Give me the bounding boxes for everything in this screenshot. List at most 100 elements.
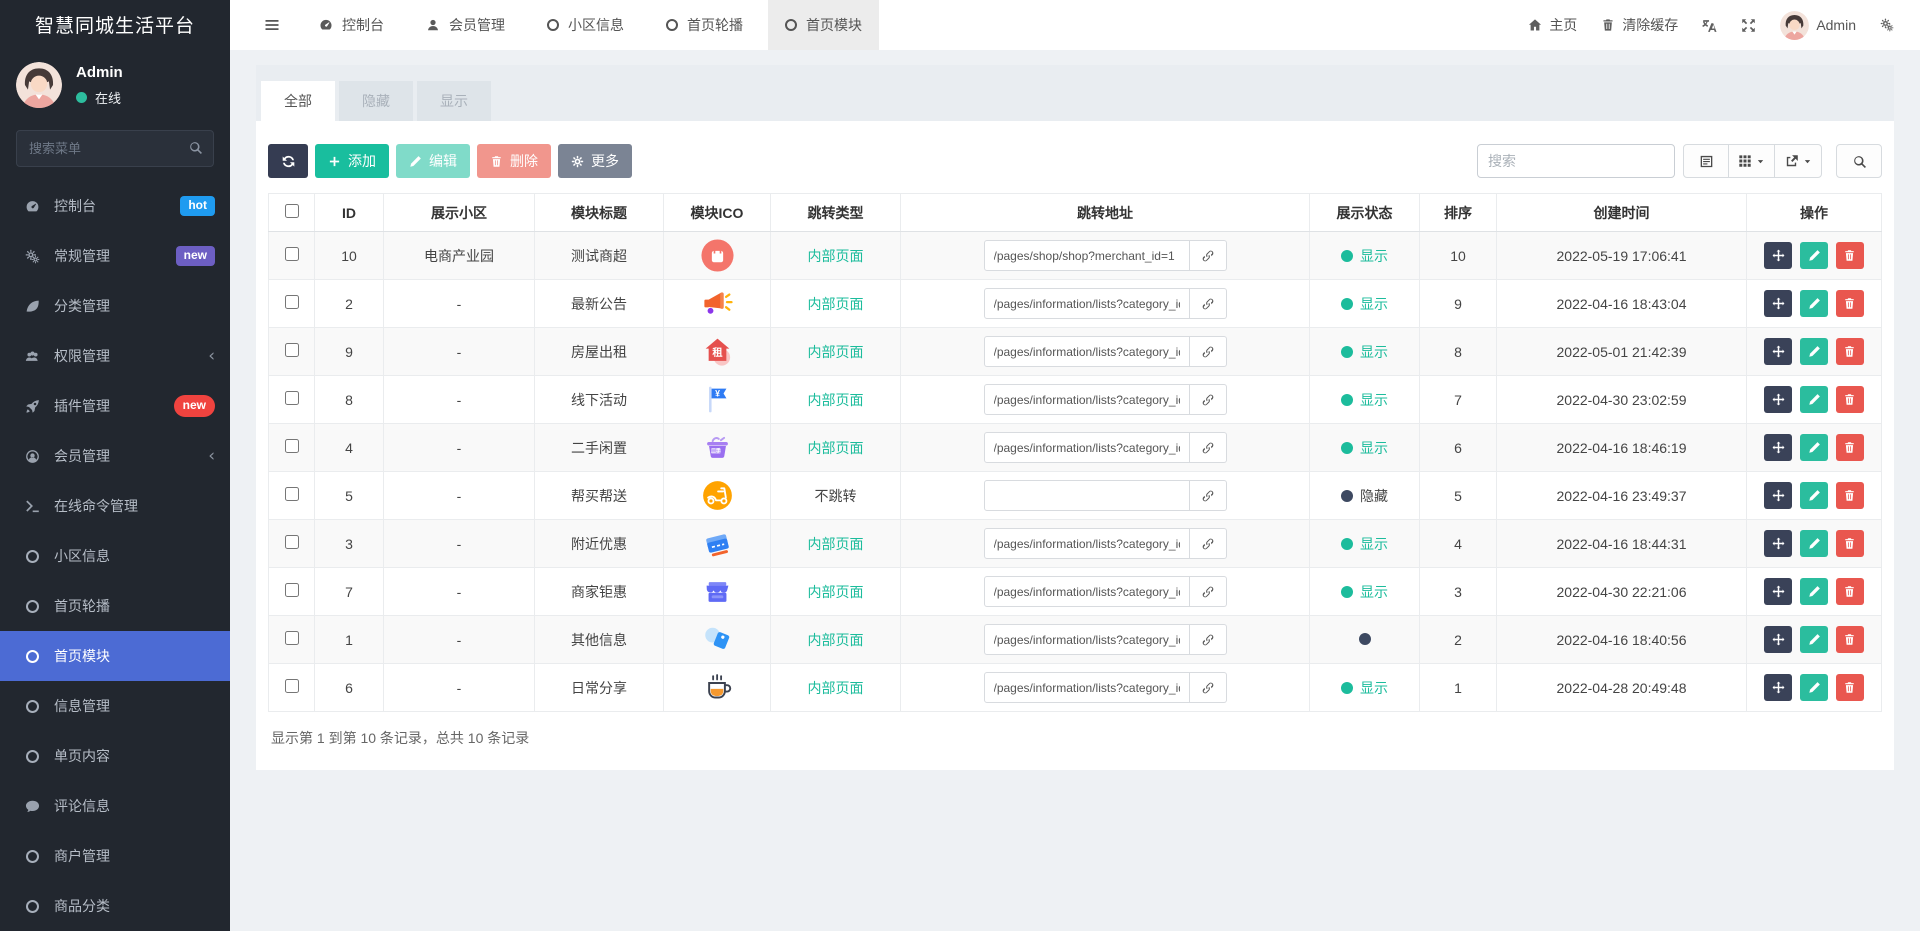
- topbar-tab-3[interactable]: 首页轮播: [649, 0, 760, 50]
- filter-tab-0[interactable]: 全部: [261, 81, 335, 121]
- row-edit-button[interactable]: [1800, 626, 1828, 653]
- filter-tab-1[interactable]: 隐藏: [339, 81, 413, 121]
- column-header[interactable]: 模块标题: [534, 193, 664, 232]
- jump-url-input[interactable]: [983, 528, 1190, 559]
- column-header[interactable]: 模块ICO: [663, 193, 771, 232]
- link-button[interactable]: [1189, 576, 1227, 607]
- jump-url-input[interactable]: [983, 432, 1190, 463]
- row-edit-button[interactable]: [1800, 674, 1828, 701]
- column-header[interactable]: 展示小区: [383, 193, 535, 232]
- row-delete-button[interactable]: [1835, 338, 1864, 365]
- columns-button[interactable]: [1728, 144, 1775, 178]
- drag-sort-button[interactable]: [1764, 530, 1793, 557]
- column-header[interactable]: 操作: [1746, 193, 1882, 232]
- column-header[interactable]: 跳转地址: [900, 193, 1310, 232]
- row-checkbox[interactable]: [284, 391, 299, 405]
- sidebar-item-7[interactable]: 小区信息: [0, 531, 230, 581]
- delete-button[interactable]: 删除: [477, 144, 551, 178]
- row-delete-button[interactable]: [1835, 482, 1864, 509]
- jump-url-input[interactable]: [983, 288, 1190, 319]
- hamburger-icon[interactable]: [250, 0, 294, 50]
- row-checkbox[interactable]: [284, 487, 299, 501]
- row-delete-button[interactable]: [1835, 386, 1864, 413]
- link-button[interactable]: [1189, 288, 1227, 319]
- sidebar-item-13[interactable]: 商户管理: [0, 831, 230, 881]
- jump-url-input[interactable]: [983, 240, 1190, 271]
- filter-tab-2[interactable]: 显示: [417, 81, 491, 121]
- more-button[interactable]: 更多: [558, 144, 632, 178]
- topbar-tab-0[interactable]: 控制台: [302, 0, 401, 50]
- row-edit-button[interactable]: [1800, 434, 1828, 461]
- drag-sort-button[interactable]: [1764, 482, 1793, 509]
- link-button[interactable]: [1189, 480, 1227, 511]
- row-checkbox[interactable]: [284, 583, 299, 597]
- sidebar-item-5[interactable]: 会员管理 ‹: [0, 431, 230, 481]
- sidebar-item-3[interactable]: 权限管理 ‹: [0, 331, 230, 381]
- topbar-tab-2[interactable]: 小区信息: [530, 0, 641, 50]
- avatar[interactable]: [16, 62, 62, 108]
- topbar-tab-4[interactable]: 首页模块: [768, 0, 879, 50]
- jump-url-input[interactable]: [983, 384, 1190, 415]
- drag-sort-button[interactable]: [1764, 578, 1793, 605]
- row-checkbox[interactable]: [284, 343, 299, 357]
- row-edit-button[interactable]: [1800, 530, 1828, 557]
- sidebar-item-2[interactable]: 分类管理: [0, 281, 230, 331]
- jump-url-input[interactable]: [983, 624, 1190, 655]
- row-edit-button[interactable]: [1800, 482, 1828, 509]
- sidebar-item-8[interactable]: 首页轮播: [0, 581, 230, 631]
- drag-sort-button[interactable]: [1764, 434, 1793, 461]
- link-button[interactable]: [1189, 432, 1227, 463]
- link-button[interactable]: [1189, 624, 1227, 655]
- home-link[interactable]: 主页: [1528, 15, 1577, 35]
- row-edit-button[interactable]: [1800, 290, 1828, 317]
- sidebar-search-input[interactable]: [16, 130, 214, 167]
- sidebar-item-14[interactable]: 商品分类: [0, 881, 230, 931]
- jump-url-input[interactable]: [983, 672, 1190, 703]
- column-header[interactable]: 创建时间: [1496, 193, 1747, 232]
- fullscreen-button[interactable]: [1741, 18, 1756, 33]
- drag-sort-button[interactable]: [1764, 242, 1793, 269]
- row-edit-button[interactable]: [1800, 578, 1828, 605]
- select-all-checkbox[interactable]: [284, 204, 299, 218]
- drag-sort-button[interactable]: [1764, 290, 1793, 317]
- link-button[interactable]: [1189, 336, 1227, 367]
- link-button[interactable]: [1189, 528, 1227, 559]
- column-header[interactable]: 展示状态: [1309, 193, 1420, 232]
- drag-sort-button[interactable]: [1764, 386, 1793, 413]
- link-button[interactable]: [1189, 672, 1227, 703]
- sidebar-item-9[interactable]: 首页模块: [0, 631, 230, 681]
- column-header[interactable]: 排序: [1419, 193, 1497, 232]
- row-checkbox[interactable]: [284, 439, 299, 453]
- link-button[interactable]: [1189, 384, 1227, 415]
- search-toggle-button[interactable]: [1836, 144, 1882, 178]
- export-button[interactable]: [1774, 144, 1822, 178]
- table-search-input[interactable]: [1477, 144, 1675, 178]
- add-button[interactable]: 添加: [315, 144, 389, 178]
- settings-button[interactable]: [1880, 18, 1894, 32]
- jump-url-input[interactable]: [983, 336, 1190, 367]
- column-header[interactable]: ID: [314, 193, 384, 232]
- drag-sort-button[interactable]: [1764, 674, 1793, 701]
- row-edit-button[interactable]: [1800, 386, 1828, 413]
- row-delete-button[interactable]: [1835, 626, 1864, 653]
- jump-url-input[interactable]: [983, 576, 1190, 607]
- row-delete-button[interactable]: [1835, 530, 1864, 557]
- sidebar-item-12[interactable]: 评论信息: [0, 781, 230, 831]
- sidebar-item-4[interactable]: 插件管理 new: [0, 381, 230, 431]
- row-edit-button[interactable]: [1800, 338, 1828, 365]
- jump-url-input[interactable]: [983, 480, 1190, 511]
- topbar-tab-1[interactable]: 会员管理: [409, 0, 522, 50]
- link-button[interactable]: [1189, 240, 1227, 271]
- row-checkbox[interactable]: [284, 631, 299, 645]
- user-menu[interactable]: Admin: [1780, 10, 1856, 40]
- sidebar-item-10[interactable]: 信息管理: [0, 681, 230, 731]
- sidebar-item-6[interactable]: 在线命令管理: [0, 481, 230, 531]
- row-checkbox[interactable]: [284, 247, 299, 261]
- row-delete-button[interactable]: [1835, 290, 1864, 317]
- row-edit-button[interactable]: [1800, 242, 1828, 269]
- refresh-button[interactable]: [268, 144, 308, 178]
- language-button[interactable]: [1702, 18, 1717, 33]
- row-checkbox[interactable]: [284, 295, 299, 309]
- drag-sort-button[interactable]: [1764, 626, 1793, 653]
- row-delete-button[interactable]: [1835, 578, 1864, 605]
